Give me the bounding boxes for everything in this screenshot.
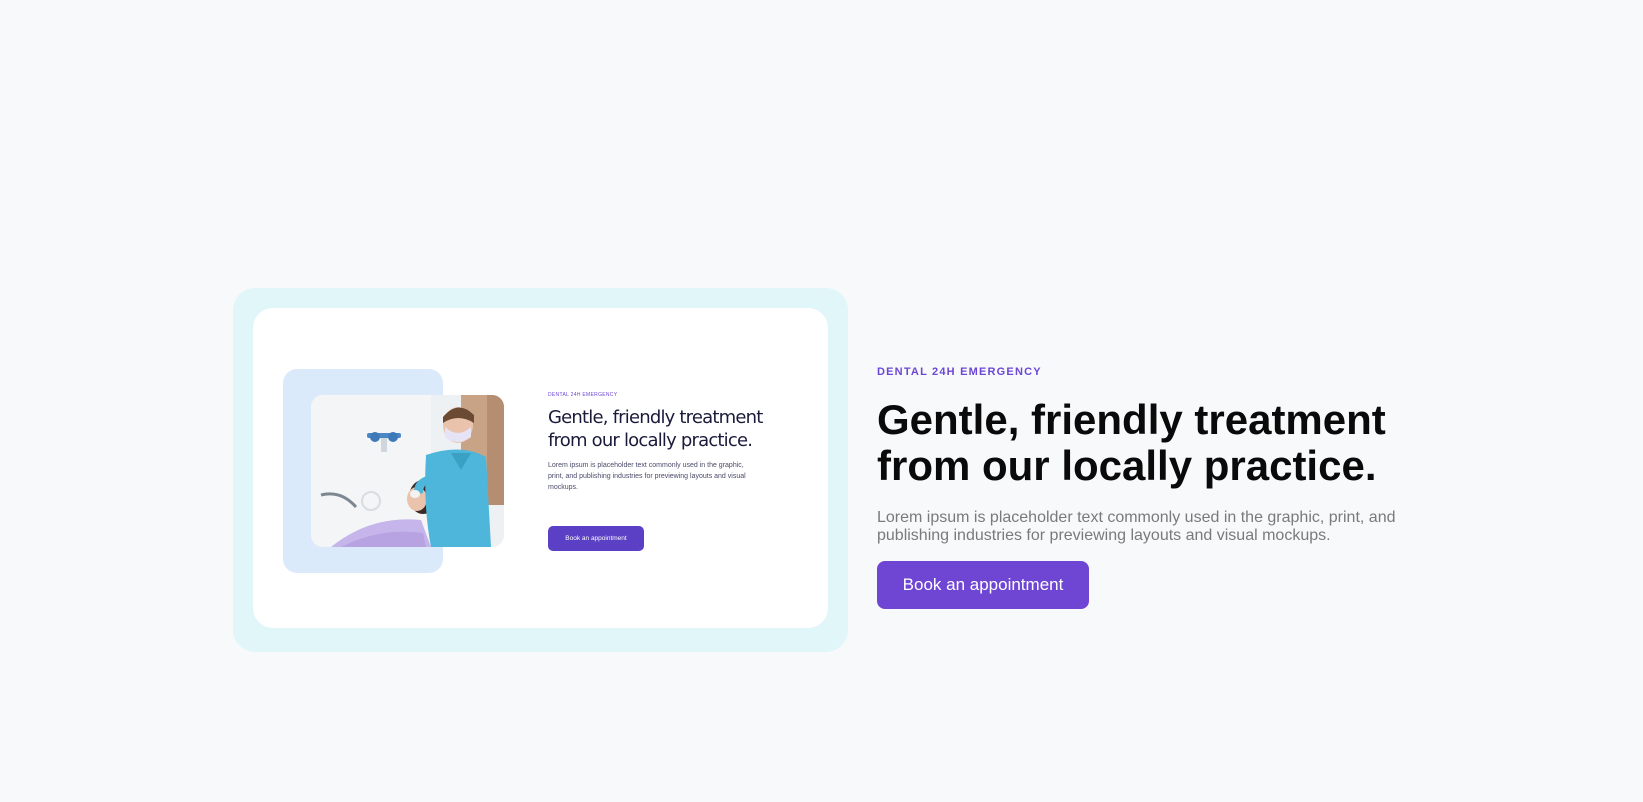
preview-eyebrow: DENTAL 24H EMERGENCY bbox=[548, 392, 618, 398]
hero-body: Lorem ipsum is placeholder text commonly… bbox=[877, 509, 1396, 544]
dentist-patient-photo bbox=[311, 395, 504, 547]
preview-card: DENTAL 24H EMERGENCY Gentle, friendly tr… bbox=[233, 288, 848, 652]
book-appointment-button[interactable]: Book an appointment bbox=[877, 561, 1089, 609]
hero-eyebrow: DENTAL 24H EMERGENCY bbox=[877, 366, 1042, 378]
preview-card-inner: DENTAL 24H EMERGENCY Gentle, friendly tr… bbox=[253, 308, 828, 628]
preview-heading: Gentle, friendly treatment from our loca… bbox=[548, 407, 763, 451]
preview-book-appointment-button[interactable]: Book an appointment bbox=[548, 526, 644, 551]
hero-section: DENTAL 24H EMERGENCY Gentle, friendly tr… bbox=[877, 365, 1437, 609]
preview-body: Lorem ipsum is placeholder text commonly… bbox=[548, 462, 746, 491]
preview-copy: DENTAL 24H EMERGENCY Gentle, friendly tr… bbox=[548, 392, 788, 493]
hero-heading: Gentle, friendly treatment from our loca… bbox=[877, 396, 1386, 489]
